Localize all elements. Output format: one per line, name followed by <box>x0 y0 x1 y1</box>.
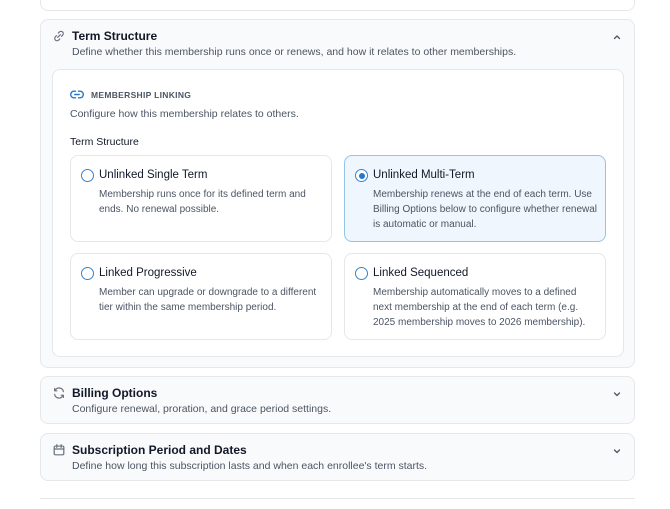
option-title: Linked Sequenced <box>373 267 469 279</box>
chevron-down-icon[interactable] <box>612 389 622 399</box>
term-structure-section: Term Structure Define whether this membe… <box>40 19 635 368</box>
previous-section-card <box>40 0 635 11</box>
refresh-icon <box>54 387 64 399</box>
section-title: Term Structure <box>72 29 158 43</box>
option-title: Unlinked Multi-Term <box>373 169 475 181</box>
section-description: Define whether this membership runs once… <box>72 46 517 58</box>
subscription-period-header[interactable]: Subscription Period and Dates Define how… <box>41 434 634 482</box>
option-unlinked-single-term[interactable]: Unlinked Single Term Membership runs onc… <box>70 155 332 242</box>
chain-link-icon <box>70 90 84 99</box>
term-structure-header[interactable]: Term Structure Define whether this membe… <box>41 20 634 68</box>
option-title: Unlinked Single Term <box>99 169 208 181</box>
section-description: Define how long this subscription lasts … <box>72 460 428 472</box>
option-description: Membership renews at the end of each ter… <box>373 189 598 230</box>
option-description: Membership automatically moves to a defi… <box>373 287 586 328</box>
option-title: Linked Progressive <box>99 267 197 279</box>
section-eyebrow: MEMBERSHIP LINKING <box>91 90 192 100</box>
option-description: Member can upgrade or downgrade to a dif… <box>99 287 317 313</box>
section-title: Subscription Period and Dates <box>72 443 247 457</box>
chevron-down-icon[interactable] <box>612 446 622 456</box>
option-description: Membership runs once for its defined ter… <box>99 189 306 215</box>
field-label: Term Structure <box>70 136 139 148</box>
option-linked-progressive[interactable]: Linked Progressive Member can upgrade or… <box>70 253 332 340</box>
section-description: Configure renewal, proration, and grace … <box>72 403 332 415</box>
section-title: Billing Options <box>72 386 158 400</box>
linking-description: Configure how this membership relates to… <box>70 108 299 120</box>
billing-options-header[interactable]: Billing Options Configure renewal, prora… <box>41 377 634 425</box>
option-linked-sequenced[interactable]: Linked Sequenced Membership automaticall… <box>344 253 606 340</box>
radio-button[interactable] <box>81 169 94 182</box>
divider <box>40 498 635 499</box>
link-icon <box>54 30 64 42</box>
subscription-period-section[interactable]: Subscription Period and Dates Define how… <box>40 433 635 481</box>
chevron-up-icon[interactable] <box>612 32 622 42</box>
membership-linking-card: MEMBERSHIP LINKING Configure how this me… <box>52 69 624 357</box>
calendar-icon <box>53 444 65 456</box>
billing-options-section[interactable]: Billing Options Configure renewal, prora… <box>40 376 635 424</box>
radio-button[interactable] <box>81 267 94 280</box>
option-unlinked-multi-term[interactable]: Unlinked Multi-Term Membership renews at… <box>344 155 606 242</box>
radio-button-selected[interactable] <box>355 169 368 182</box>
radio-button[interactable] <box>355 267 368 280</box>
